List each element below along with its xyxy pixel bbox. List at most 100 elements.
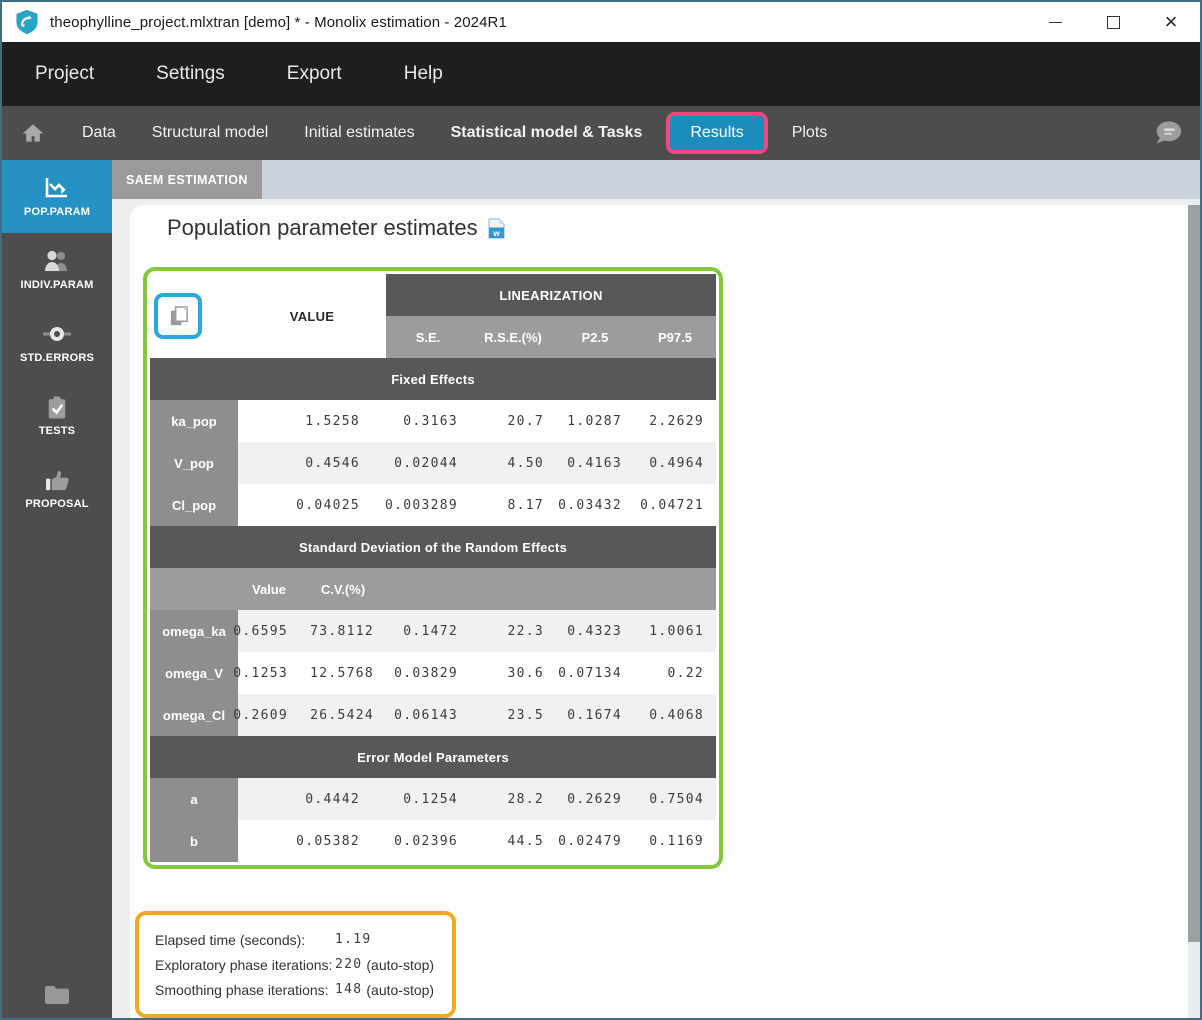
table-header: VALUE LINEARIZATION S.E. R.S.E.(%) P2.5 … [150,274,716,358]
cell-rse: 44.5 [470,820,556,862]
row-label: ka_pop [150,400,238,442]
table-section-header: Fixed Effects [150,358,716,400]
menu-export[interactable]: Export [287,63,342,85]
sidebar-item-label: POP.PARAM [24,206,90,218]
column-header-se: S.E. [386,316,470,358]
window-title: theophylline_project.mlxtran [demo] * - … [50,14,507,31]
feedback-bubble-icon[interactable] [1152,120,1184,146]
summary-row: Smoothing phase iterations:148(auto-stop… [155,977,434,1002]
tab-saem-estimation[interactable]: SAEM ESTIMATION [112,160,262,199]
chart-decline-icon [42,175,72,201]
cell-value: 0.05382 [238,820,386,862]
cell-se: 0.02044 [386,442,470,484]
sidebar-item-label: TESTS [39,425,75,437]
page-title: Population parameter estimates [167,215,478,241]
cell-p975: 0.22 [634,652,716,694]
cell-se: 0.003289 [386,484,470,526]
column-header-p25: P2.5 [556,316,634,358]
summary-row: Elapsed time (seconds):1.19 [155,927,434,952]
sidebar-item-pop-param[interactable]: POP.PARAM [2,160,112,233]
cell-p25: 0.1674 [556,694,634,736]
svg-text:w: w [492,228,500,238]
scrollbar-thumb[interactable] [1188,205,1200,942]
cell-p975: 0.4964 [634,442,716,484]
linearization-subheaders: S.E. R.S.E.(%) P2.5 P97.5 [386,316,716,358]
table-row: ka_pop1.52580.316320.71.02872.2629 [150,400,716,442]
sidebar-item-label: INDIV.PARAM [20,279,93,291]
cell-rse: 20.7 [470,400,556,442]
tab-plots[interactable]: Plots [792,124,828,142]
home-icon[interactable] [20,120,46,146]
export-word-icon[interactable]: w [488,218,505,239]
sidebar-item-std-errors[interactable]: STD.ERRORS [2,306,112,379]
subheader-value: Value [238,568,300,610]
table-row: omega_ka0.659573.81120.147222.30.43231.0… [150,610,716,652]
column-header-rse: R.S.E.(%) [470,316,556,358]
table-row: a0.44420.125428.20.26290.7504 [150,778,716,820]
sidebar-item-proposal[interactable]: PROPOSAL [2,452,112,525]
pop-param-table-highlight: VALUE LINEARIZATION S.E. R.S.E.(%) P2.5 … [143,267,723,869]
cell-rse: 28.2 [470,778,556,820]
table-row: omega_Cl0.260926.54240.0614323.50.16740.… [150,694,716,736]
maximize-icon [1107,16,1120,29]
tab-initial-estimates[interactable]: Initial estimates [304,124,414,142]
sidebar-item-tests[interactable]: TESTS [2,379,112,452]
minimize-button[interactable] [1026,2,1084,42]
cell-p25: 0.4163 [556,442,634,484]
tab-results[interactable]: Results [670,116,763,150]
cell-p975: 2.2629 [634,400,716,442]
cell-value: 0.2609 [238,694,300,736]
cell-cv: 12.5768 [300,652,386,694]
sidebar-item-label: STD.ERRORS [20,352,94,364]
cell-rse: 22.3 [470,610,556,652]
summary-label: Exploratory phase iterations: [155,957,335,973]
people-icon [42,248,72,274]
summary-value: 220 [335,957,362,972]
project-folder-button[interactable] [2,984,112,1004]
column-group-linearization: LINEARIZATION [386,274,716,316]
menu-settings[interactable]: Settings [156,63,225,85]
copy-table-button[interactable] [154,293,202,339]
maximize-button[interactable] [1084,2,1142,42]
cell-se: 0.1472 [386,610,470,652]
cell-value: 0.1253 [238,652,300,694]
summary-label: Elapsed time (seconds): [155,932,335,948]
column-header-p975: P97.5 [634,316,716,358]
results-highlight-ring: Results [666,112,767,154]
table-row: omega_V0.125312.57680.0382930.60.071340.… [150,652,716,694]
sidebar-item-indiv-param[interactable]: INDIV.PARAM [2,233,112,306]
summary-row: Exploratory phase iterations:220(auto-st… [155,952,434,977]
menu-help[interactable]: Help [404,63,443,85]
tab-structural-model[interactable]: Structural model [152,124,269,142]
row-label: Cl_pop [150,484,238,526]
thumbs-up-icon [42,467,72,493]
cell-rse: 8.17 [470,484,556,526]
subheader-spacer [386,568,716,610]
table-row: V_pop0.45460.020444.500.41630.4964 [150,442,716,484]
table-subheader-row: ValueC.V.(%) [150,568,716,610]
tab-data[interactable]: Data [82,124,116,142]
cell-rse: 23.5 [470,694,556,736]
monolix-logo-icon [14,9,40,35]
row-label: omega_V [150,652,238,694]
table-section-header: Standard Deviation of the Random Effects [150,526,716,568]
cell-p975: 0.04721 [634,484,716,526]
cell-cv: 73.8112 [300,610,386,652]
cell-p25: 0.4323 [556,610,634,652]
cell-p25: 1.0287 [556,400,634,442]
vertical-scrollbar[interactable] [1188,199,1200,1018]
cell-se: 0.3163 [386,400,470,442]
row-label: V_pop [150,442,238,484]
cell-rse: 30.6 [470,652,556,694]
row-label: omega_ka [150,610,238,652]
cell-rse: 4.50 [470,442,556,484]
row-label: b [150,820,238,862]
results-main-area: SAEM ESTIMATION Population parameter est… [112,160,1200,1018]
tab-statistical-model-tasks[interactable]: Statistical model & Tasks [451,124,643,142]
title-bar: theophylline_project.mlxtran [demo] * - … [2,2,1200,42]
nav-bar: Data Structural model Initial estimates … [2,106,1200,160]
close-button[interactable]: × [1142,2,1200,42]
node-on-line-icon [42,321,72,347]
menu-project[interactable]: Project [35,63,94,85]
subheader-spacer [150,568,238,610]
